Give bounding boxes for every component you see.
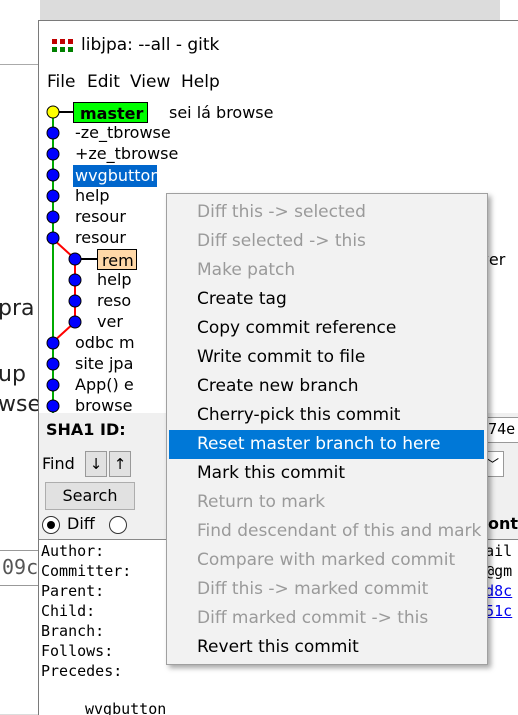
commit-row-selected[interactable]: wvgbutton (73, 165, 157, 187)
context-menu: Diff this -> selected Diff selected -> t… (166, 193, 488, 665)
menu-item-mark-this-commit[interactable]: Mark this commit (169, 459, 484, 488)
menu-item-compare-with-marked: Compare with marked commit (197, 550, 456, 570)
commit-row[interactable]: +ze_tbrowse (75, 144, 178, 164)
menu-item-find-descendant: Find descendant of this and mark (197, 521, 482, 541)
window-title: libjpa: --all - gitk (81, 35, 220, 55)
menu-item-create-new-branch[interactable]: Create new branch (169, 372, 484, 401)
radio-dot (47, 521, 55, 529)
arrow-down-icon[interactable]: ↓ (85, 451, 107, 477)
menu-item-diff-this-selected: Diff this -> selected (197, 202, 366, 222)
menu-view[interactable]: View (130, 72, 170, 92)
gitk-app-icon (52, 39, 73, 52)
menu-item-revert-commit[interactable]: Revert this commit (169, 633, 484, 662)
menu-bar: File Edit View Help (39, 71, 518, 97)
commit-row[interactable]: help (75, 186, 110, 206)
find-label: Find (42, 454, 75, 473)
commit-message[interactable]: sei lá browse (169, 103, 273, 122)
old-version-radio[interactable] (109, 516, 127, 534)
menu-edit[interactable]: Edit (87, 72, 120, 92)
title-bar[interactable]: libjpa: --all - gitk (39, 21, 518, 71)
branch-tag-master[interactable]: master (73, 102, 148, 123)
branch-tag-remote[interactable]: rem (97, 249, 137, 270)
background-text: up (0, 362, 26, 387)
commit-row[interactable]: help (97, 270, 132, 290)
commit-row[interactable]: reso (97, 291, 131, 311)
commit-row[interactable]: ver (97, 312, 123, 332)
detail-label: Precedes: (41, 662, 123, 680)
menu-item-create-tag[interactable]: Create tag (169, 285, 484, 314)
commit-row[interactable]: resour (75, 207, 126, 227)
commit-row[interactable]: App() e (75, 375, 134, 395)
menu-item-copy-commit-reference[interactable]: Copy commit reference (169, 314, 484, 343)
background-window: pra up wse 09c (0, 0, 40, 714)
diff-label: Diff (67, 514, 95, 533)
detail-label: Parent: (41, 582, 105, 600)
menu-item-cherry-pick[interactable]: Cherry-pick this commit (169, 401, 484, 430)
background-text: wse (0, 392, 40, 417)
commit-row[interactable]: resour (75, 228, 126, 248)
detail-branch-name: wvgbutton (85, 700, 167, 715)
detail-label: Branch: (41, 622, 105, 640)
background-text: pra (0, 296, 35, 321)
menu-item-diff-this-marked: Diff this -> marked commit (197, 579, 429, 599)
commit-row[interactable]: -ze_tbrowse (75, 123, 171, 143)
background-divider (0, 64, 40, 65)
detail-label: Follows: (41, 642, 114, 660)
detail-label: Committer: (41, 562, 132, 580)
menu-item-reset-master-branch[interactable]: Reset master branch to here (169, 430, 484, 459)
arrow-up-icon[interactable]: ↑ (109, 451, 131, 477)
commit-row[interactable]: site jpa (75, 354, 133, 374)
menu-item-make-patch: Make patch (197, 260, 296, 280)
menu-item-diff-selected-this: Diff selected -> this (197, 231, 366, 251)
background-input[interactable]: 09c (0, 550, 40, 586)
diff-radio[interactable] (42, 516, 60, 534)
gitk-window: libjpa: --all - gitk File Edit View Help (38, 20, 518, 715)
menu-item-write-commit-to-file[interactable]: Write commit to file (169, 343, 484, 372)
menu-item-return-to-mark: Return to mark (197, 492, 326, 512)
menu-help[interactable]: Help (181, 72, 220, 92)
menu-item-diff-marked-this: Diff marked commit -> this (197, 608, 429, 628)
search-button[interactable]: Search (45, 482, 135, 510)
sha-label: SHA1 ID: (46, 420, 126, 439)
detail-label: Author: (41, 542, 105, 560)
commit-row[interactable]: browse (75, 396, 132, 413)
detail-label: Child: (41, 602, 96, 620)
menu-file[interactable]: File (47, 72, 75, 92)
commit-row[interactable]: odbc m (75, 333, 135, 353)
